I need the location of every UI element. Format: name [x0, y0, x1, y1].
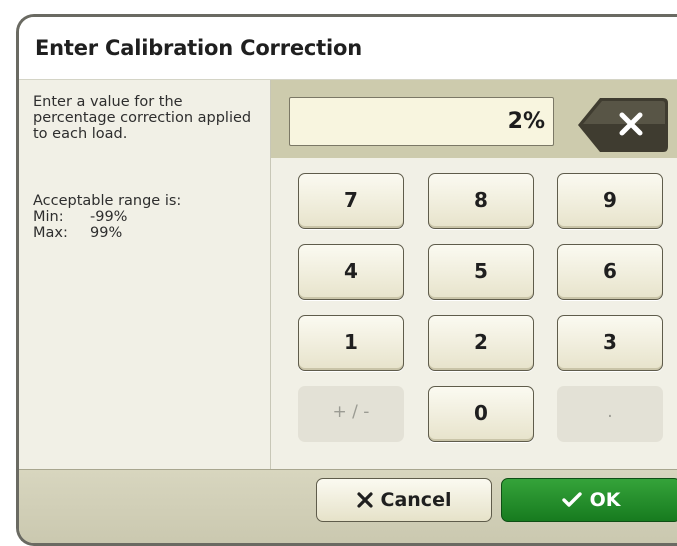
key-5[interactable]: 5 [428, 244, 534, 300]
key-1[interactable]: 1 [298, 315, 404, 371]
max-range-row: Max: 99% [33, 225, 122, 241]
dialog-footer: Cancel OK [19, 469, 677, 543]
key-4[interactable]: 4 [298, 244, 404, 300]
ok-label: OK [589, 489, 621, 511]
key-6[interactable]: 6 [557, 244, 663, 300]
cancel-button[interactable]: Cancel [316, 478, 492, 522]
calibration-correction-dialog: Enter Calibration Correction Enter a val… [16, 14, 677, 546]
backspace-x-icon [578, 98, 668, 152]
min-value: -99% [90, 209, 128, 225]
key-3[interactable]: 3 [557, 315, 663, 371]
key-2[interactable]: 2 [428, 315, 534, 371]
value-entry-area: 2% [271, 80, 677, 158]
key-7[interactable]: 7 [298, 173, 404, 229]
key-9[interactable]: 9 [557, 173, 663, 229]
instruction-text: Enter a value for the percentage correct… [33, 94, 252, 142]
value-text: 2% [507, 109, 545, 134]
close-x-icon [356, 492, 373, 508]
info-panel: Enter a value for the percentage correct… [19, 80, 271, 469]
value-input[interactable]: 2% [289, 97, 554, 146]
dialog-title: Enter Calibration Correction [35, 36, 362, 60]
key-0[interactable]: 0 [428, 386, 534, 442]
backspace-button[interactable] [577, 97, 669, 153]
key-decimal: . [557, 386, 663, 442]
dialog-title-bar: Enter Calibration Correction [19, 17, 677, 80]
cancel-label: Cancel [380, 489, 452, 511]
numeric-keypad: 7 8 9 4 5 6 1 2 3 + / - 0 . [271, 158, 677, 469]
key-8[interactable]: 8 [428, 173, 534, 229]
max-value: 99% [90, 225, 123, 241]
ok-button[interactable]: OK [501, 478, 677, 522]
range-title: Acceptable range is: [33, 193, 182, 209]
key-plus-minus: + / - [298, 386, 404, 442]
min-range-row: Min: -99% [33, 209, 127, 225]
max-label: Max: [33, 225, 68, 241]
min-label: Min: [33, 209, 64, 225]
checkmark-icon [561, 492, 582, 508]
